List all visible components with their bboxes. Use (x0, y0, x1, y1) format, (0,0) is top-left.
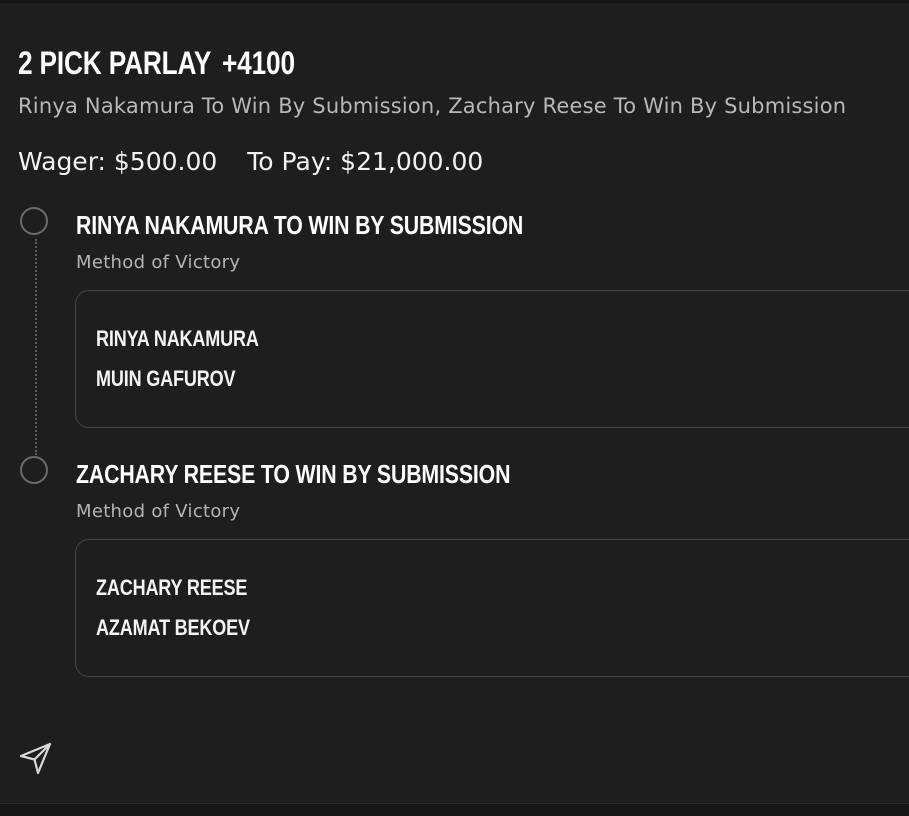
leg-market: Method of Victory (76, 252, 241, 273)
parlay-card: 2 PICK PARLAY +4100 Rinya Nakamura To Wi… (0, 0, 909, 816)
wager-amount: Wager: $500.00 (18, 147, 218, 176)
card-bottom-edge (0, 803, 909, 816)
leg-title: ZACHARY REESE TO WIN BY SUBMISSION (76, 459, 511, 489)
wager-summary: Wager: $500.00 To Pay: $21,000.00 (18, 145, 483, 179)
matchup-box: ZACHARY REESE AZAMAT BEKOEV (75, 539, 909, 677)
fighter-name: MUIN GAFUROV (96, 366, 236, 391)
parlay-title: 2 PICK PARLAY (18, 45, 212, 81)
leg-market: Method of Victory (76, 501, 241, 522)
to-pay-amount: To Pay: $21,000.00 (247, 147, 484, 176)
parlay-description: Rinya Nakamura To Win By Submission, Zac… (18, 94, 847, 118)
send-icon[interactable] (18, 740, 54, 776)
fighter-name: RINYA NAKAMURA (96, 326, 259, 351)
leg-status-circle (20, 456, 48, 484)
timeline-connector (35, 239, 37, 455)
leg-status-circle (20, 207, 48, 235)
fighter-name: ZACHARY REESE (96, 575, 248, 600)
parlay-odds: +4100 (222, 45, 295, 81)
fighter-name: AZAMAT BEKOEV (96, 615, 250, 640)
leg-title: RINYA NAKAMURA TO WIN BY SUBMISSION (76, 210, 524, 240)
matchup-box: RINYA NAKAMURA MUIN GAFUROV (75, 290, 909, 428)
